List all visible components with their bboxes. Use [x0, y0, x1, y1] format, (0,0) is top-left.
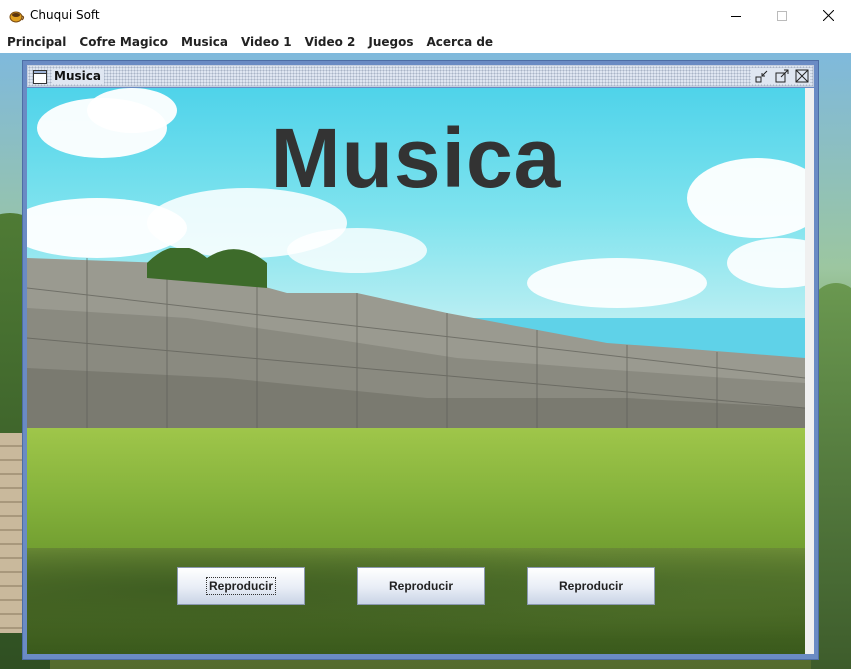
- menu-bar: Principal Cofre Magico Musica Video 1 Vi…: [0, 31, 851, 53]
- play-button-3[interactable]: Reproducir: [527, 567, 655, 605]
- menu-cofre-magico[interactable]: Cofre Magico: [72, 31, 174, 53]
- play-button-1[interactable]: Reproducir: [177, 567, 305, 605]
- menu-principal[interactable]: Principal: [0, 31, 72, 53]
- window-titlebar[interactable]: Chuqui Soft: [0, 0, 851, 31]
- content-panel: Musica Reproducir Reproducir Reproducir: [27, 88, 805, 654]
- iconify-icon[interactable]: [754, 68, 770, 84]
- window-icon: [33, 69, 47, 84]
- internal-frame-titlebar[interactable]: Musica: [27, 65, 814, 87]
- vertical-scrollbar[interactable]: [805, 88, 814, 654]
- close-icon: [822, 10, 834, 21]
- play-button-3-label: Reproducir: [558, 579, 623, 593]
- maximize-icon: [777, 10, 787, 21]
- menu-video-1[interactable]: Video 1: [234, 31, 298, 53]
- play-button-1-label: Reproducir: [205, 577, 277, 595]
- play-button-2[interactable]: Reproducir: [357, 567, 485, 605]
- minimize-button[interactable]: [713, 0, 759, 31]
- menu-juegos[interactable]: Juegos: [361, 31, 419, 53]
- menu-acerca-de[interactable]: Acerca de: [420, 31, 500, 53]
- menu-video-2[interactable]: Video 2: [298, 31, 362, 53]
- maximize-button[interactable]: [759, 0, 805, 31]
- play-button-2-label: Reproducir: [388, 579, 453, 593]
- window-title: Chuqui Soft: [30, 8, 100, 22]
- menu-musica[interactable]: Musica: [174, 31, 234, 53]
- internal-frame-title: Musica: [52, 69, 104, 84]
- internal-frame-musica[interactable]: Musica Musica Reproducir Reproducir Repr…: [22, 60, 819, 660]
- maximize-icon[interactable]: [774, 68, 790, 84]
- stone-wall: [27, 248, 805, 448]
- close-button[interactable]: [805, 0, 851, 31]
- page-heading: Musica: [270, 111, 562, 205]
- close-icon[interactable]: [794, 68, 810, 84]
- minimize-icon: [731, 15, 741, 17]
- coffee-cup-icon: [9, 8, 25, 23]
- background-ruin: [0, 433, 24, 633]
